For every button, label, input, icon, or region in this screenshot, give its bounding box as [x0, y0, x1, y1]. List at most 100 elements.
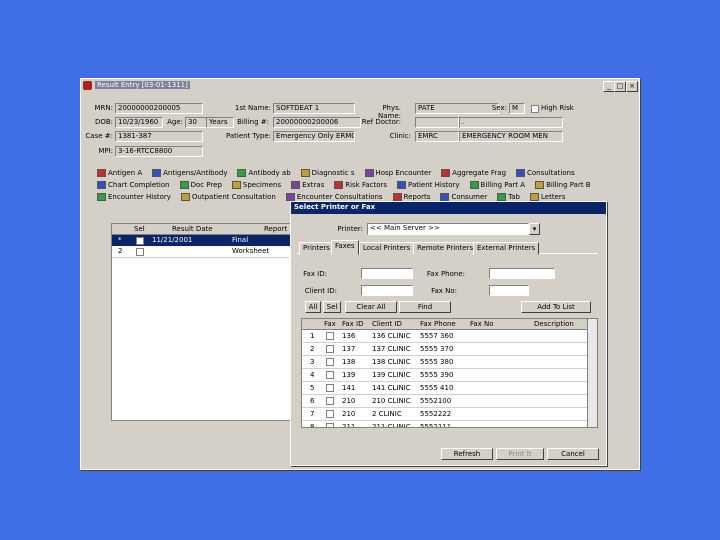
tab-external-printers[interactable]: External Printers	[473, 242, 540, 255]
col-client-id: Client ID	[372, 320, 402, 328]
toolbar-button[interactable]: Antigen A	[97, 169, 142, 177]
clientid-input[interactable]	[361, 285, 413, 296]
high-risk-checkbox[interactable]	[531, 105, 539, 113]
chevron-down-icon[interactable]: ▾	[529, 223, 540, 235]
table-row[interactable]: 4 139 139 CLINIC 5555 390	[302, 369, 587, 382]
toolbar-button[interactable]: Outpatient Consultation	[180, 193, 276, 201]
col-description: Description	[534, 320, 574, 328]
table-row[interactable]: * 11/21/2001 Final	[112, 235, 292, 246]
toolbar-label: Risk Factors	[345, 181, 388, 189]
row-checkbox[interactable]	[326, 371, 334, 379]
row-checkbox[interactable]	[326, 345, 334, 353]
toolbar-icon	[180, 193, 190, 201]
table-row[interactable]: 8 211 211 CLINIC 5552111	[302, 421, 587, 428]
toolbar-button[interactable]: Tab	[497, 193, 520, 201]
table-row[interactable]: 5 141 141 CLINIC 5555 410	[302, 382, 587, 395]
row-checkbox[interactable]	[326, 358, 334, 366]
row-checkbox[interactable]	[326, 397, 334, 405]
title-bar[interactable]: Result Entry [03-01-1311] _ □ ×	[81, 79, 639, 93]
print-button[interactable]: Print It	[496, 448, 544, 460]
cell-phone: 5555 410	[420, 384, 454, 392]
toolbar-button[interactable]: Letters	[530, 193, 565, 201]
mrn-label: MRN:	[94, 104, 114, 112]
clear-all-button[interactable]: Clear All	[345, 301, 397, 313]
toolbar-icon	[291, 181, 301, 189]
fax-grid-scrollbar[interactable]	[587, 319, 597, 427]
toolbar-icon	[300, 169, 310, 177]
tab-faxes[interactable]: Faxes	[331, 240, 359, 255]
toolbar-button[interactable]: Aggregate Frag	[441, 169, 506, 177]
cell-client: 138 CLINIC	[372, 358, 411, 366]
table-row[interactable]: 6 210 210 CLINIC 5552100	[302, 395, 587, 408]
row-checkbox[interactable]	[326, 332, 334, 340]
sel-button[interactable]: Sel	[323, 301, 341, 313]
cell-num: 4	[310, 371, 315, 379]
app-icon	[83, 81, 92, 90]
printer-select[interactable]: << Main Server >>	[367, 223, 529, 235]
table-row[interactable]: 3 138 138 CLINIC 5555 380	[302, 356, 587, 369]
toolbar-button[interactable]: Billing Part A	[469, 181, 525, 189]
faxphone-input[interactable]	[489, 268, 555, 279]
toolbar-button[interactable]: Chart Completion	[97, 181, 170, 189]
cell-faxid: 211	[342, 423, 356, 428]
cancel-button[interactable]: Cancel	[547, 448, 599, 460]
cell-faxid: 136	[342, 332, 356, 340]
maximize-button[interactable]: □	[614, 81, 626, 92]
row-report: Worksheet	[232, 247, 270, 255]
row-checkbox[interactable]	[136, 237, 144, 245]
close-button[interactable]: ×	[626, 81, 638, 92]
dialog-title-bar[interactable]: Select Printer or Fax	[291, 202, 606, 214]
toolbar-button[interactable]: Patient History	[397, 181, 460, 189]
row-checkbox[interactable]	[326, 384, 334, 392]
cell-num: 6	[310, 397, 315, 405]
row-checkbox[interactable]	[326, 410, 334, 418]
toolbar-button[interactable]: Consumer	[440, 193, 487, 201]
firstname-field: SOFTDEAT 1	[273, 103, 355, 114]
toolbar-button[interactable]: Encounter History	[97, 193, 171, 201]
table-row[interactable]: 2 Worksheet	[112, 246, 292, 258]
all-button[interactable]: All	[305, 301, 321, 313]
faxid-input[interactable]	[361, 268, 413, 279]
row-checkbox[interactable]	[326, 423, 334, 427]
toolbar-icon	[334, 181, 344, 189]
toolbar-button[interactable]: Doc Prep	[179, 181, 222, 189]
toolbar-button[interactable]: Hosp Encounter	[364, 169, 431, 177]
clinic-field: EMRC	[415, 131, 459, 142]
toolbar-button[interactable]: Consultations	[516, 169, 575, 177]
cell-phone: 5555 370	[420, 345, 454, 353]
select-printer-dialog: Select Printer or Fax Printer: << Main S…	[290, 201, 607, 466]
toolbar-label: Antigen A	[108, 169, 143, 177]
faxno-input[interactable]	[489, 285, 529, 296]
cell-faxid: 138	[342, 358, 356, 366]
refresh-button[interactable]: Refresh	[441, 448, 493, 460]
toolbar-button[interactable]: Antigens/Antibody	[152, 169, 227, 177]
toolbar-button[interactable]: Specimens	[231, 181, 281, 189]
toolbar-icon	[152, 169, 162, 177]
toolbar-label: Consultations	[527, 169, 575, 177]
sex-label: Sex:	[491, 104, 507, 112]
fax-grid[interactable]: Fax Fax ID Client ID Fax Phone Fax No De…	[301, 318, 598, 428]
toolbar-label: Doc Prep	[190, 181, 222, 189]
toolbar-button[interactable]: Billing Part B	[535, 181, 591, 189]
find-button[interactable]: Find	[399, 301, 451, 313]
toolbar-button[interactable]: Risk Factors	[334, 181, 387, 189]
toolbar-button[interactable]: Reports	[392, 193, 430, 201]
table-row[interactable]: 2 137 137 CLINIC 5555 370	[302, 343, 587, 356]
add-to-list-button[interactable]: Add To List	[521, 301, 591, 313]
toolbar-button[interactable]: Diagnostic s	[300, 169, 355, 177]
billing-label: Billing #:	[237, 118, 269, 126]
sex-field: M	[509, 103, 525, 114]
phys-field: PATE	[415, 103, 499, 114]
high-risk-label: High Risk	[541, 104, 574, 112]
tab-remote-printers[interactable]: Remote Printers	[413, 242, 478, 255]
tab-local-printers[interactable]: Local Printers	[359, 242, 415, 255]
toolbar-button[interactable]: Extras	[291, 181, 324, 189]
tab-printers[interactable]: Printers	[299, 242, 334, 255]
row-checkbox[interactable]	[136, 248, 144, 256]
results-grid[interactable]: Sel Result Date Report * 11/21/2001 Fina…	[111, 223, 293, 421]
toolbar-button[interactable]: Encounter Consultations	[285, 193, 383, 201]
table-row[interactable]: 7 210 2 CLINIC 5552222	[302, 408, 587, 421]
table-row[interactable]: 1 136 136 CLINIC 5557 360	[302, 330, 587, 343]
toolbar-button[interactable]: Antibody ab	[237, 169, 291, 177]
toolbar-label: Antigens/Antibody	[163, 169, 228, 177]
